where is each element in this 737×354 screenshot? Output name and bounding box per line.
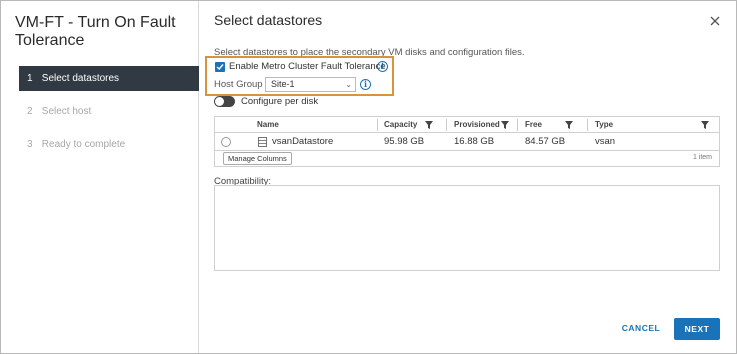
wizard-title: VM-FT - Turn On Fault Tolerance (15, 14, 176, 49)
row-select-radio[interactable] (221, 137, 231, 147)
step-number: 3 (27, 139, 33, 150)
info-icon[interactable]: i (377, 61, 388, 72)
metro-cluster-ft-label: Enable Metro Cluster Fault Tolerance (229, 61, 386, 72)
step-label: Select host (41, 106, 92, 117)
cell-capacity: 95.98 GB (384, 136, 425, 147)
filter-icon[interactable] (701, 121, 709, 129)
checkmark-icon (216, 64, 224, 71)
page-title: Select datastores (214, 12, 323, 28)
grid-footer: Manage Columns 1 item (215, 151, 719, 166)
step-number: 2 (27, 106, 33, 117)
step-select-host[interactable]: 2 Select host (19, 99, 199, 124)
close-icon (710, 16, 720, 26)
step-select-datastores[interactable]: 1 Select datastores (19, 66, 199, 91)
cell-name: vsanDatastore (272, 136, 334, 147)
step-number: 1 (27, 73, 33, 84)
step-ready-to-complete[interactable]: 3 Ready to complete (19, 132, 199, 157)
cell-provisioned: 16.88 GB (454, 136, 495, 147)
column-header-free[interactable]: Free (519, 117, 542, 133)
grid-header: Name Capacity Provisioned Free Type (215, 117, 719, 133)
column-header-name[interactable]: Name (251, 117, 279, 133)
metro-cluster-ft-checkbox[interactable] (215, 62, 225, 72)
table-row[interactable]: vsanDatastore 95.98 GB 16.88 GB 84.57 GB… (215, 133, 719, 151)
column-header-capacity[interactable]: Capacity (378, 117, 417, 133)
item-count: 1 item (692, 154, 712, 161)
manage-columns-button[interactable]: Manage Columns (223, 152, 292, 165)
configure-per-disk-toggle[interactable] (214, 96, 235, 107)
filter-icon[interactable] (565, 121, 573, 129)
compatibility-panel (214, 185, 720, 271)
close-button[interactable] (707, 13, 723, 29)
next-button[interactable]: NEXT (674, 318, 720, 340)
cell-type: vsan (595, 136, 616, 147)
step-label: Select datastores (41, 73, 120, 84)
host-group-label: Host Group (214, 79, 263, 90)
host-group-select[interactable]: Site-1 ⌄ (265, 77, 356, 92)
column-header-type[interactable]: Type (589, 117, 613, 133)
wizard-sidebar: VM-FT - Turn On Fault Tolerance (1, 1, 199, 353)
cell-free: 84.57 GB (525, 136, 566, 147)
host-group-value: Site-1 (271, 79, 295, 89)
info-icon[interactable]: i (360, 79, 371, 90)
cancel-button[interactable]: CANCEL (617, 318, 665, 339)
datastore-icon (258, 137, 267, 147)
datastore-grid: Name Capacity Provisioned Free Type vsan… (214, 116, 720, 167)
filter-icon[interactable] (425, 121, 433, 129)
step-label: Ready to complete (41, 139, 126, 150)
toggle-knob (215, 97, 224, 106)
chevron-down-icon: ⌄ (345, 80, 352, 89)
filter-icon[interactable] (501, 121, 509, 129)
configure-per-disk-label: Configure per disk (241, 96, 319, 107)
column-header-provisioned[interactable]: Provisioned (448, 117, 500, 133)
